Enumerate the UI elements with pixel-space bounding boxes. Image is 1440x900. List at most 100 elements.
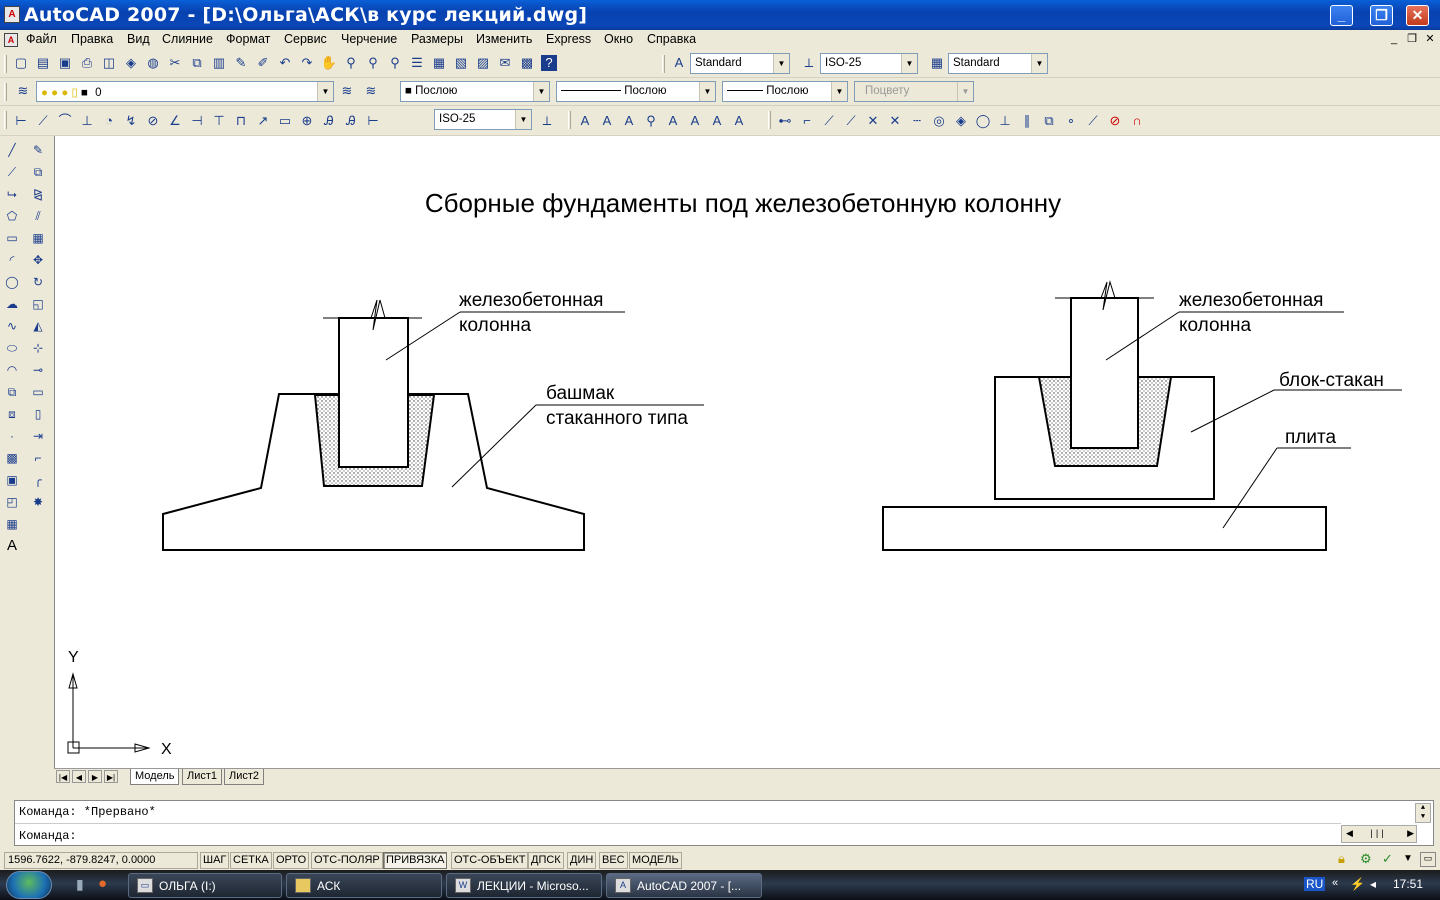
prev-tab-button[interactable]: ◀ [72, 770, 86, 783]
erase-icon[interactable]: ✎ [28, 140, 48, 160]
center-mark-icon[interactable]: ⊕ [297, 111, 317, 131]
osnap-toggle[interactable]: ПРИВЯЗКА [383, 852, 448, 869]
multiline-text-icon[interactable]: A [2, 536, 22, 556]
scale-icon[interactable]: ◱ [28, 294, 48, 314]
otrack-toggle[interactable]: ОТС-ОБЪЕКТ [451, 852, 529, 869]
dim-edit-icon[interactable]: Ꭿ [319, 111, 339, 131]
coordinates-display[interactable]: 1596.7622, -879.8247, 0.0000 [4, 852, 198, 869]
snap-tangent-icon[interactable]: ◯ [973, 111, 993, 131]
tab-layout2[interactable]: Лист2 [224, 769, 265, 785]
snap-apparent-icon[interactable]: ✕ [885, 111, 905, 131]
tray-settings-icon[interactable]: ✓ [1382, 851, 1393, 867]
diameter-icon[interactable]: ⊘ [143, 111, 163, 131]
preview-icon[interactable]: ◫ [99, 53, 119, 73]
revision-cloud-icon[interactable]: ☁ [2, 294, 22, 314]
task-autocad[interactable]: A AutoCAD 2007 - [... [606, 873, 762, 898]
dim-style-select[interactable]: ISO-25 ▼ [820, 53, 918, 74]
radius-icon[interactable]: ◔ [99, 111, 119, 131]
autocad-app-icon[interactable]: A [4, 6, 20, 23]
model-toggle[interactable]: МОДЕЛЬ [629, 852, 682, 869]
block-editor-icon[interactable]: ✐ [253, 53, 273, 73]
lineweight-select[interactable]: Послою ▼ [722, 81, 848, 102]
point-icon[interactable]: · [2, 426, 22, 446]
baseline-icon[interactable]: ⊤ [209, 111, 229, 131]
join-icon[interactable]: ⇥ [28, 426, 48, 446]
dim-update-icon[interactable]: ⊢ [363, 111, 383, 131]
break-icon[interactable]: ▯ [28, 404, 48, 424]
sheet-set-icon[interactable]: ▨ [473, 53, 493, 73]
drawing-canvas[interactable]: Сборные фундаменты под железобетонную ко… [54, 136, 1440, 768]
mtext-icon[interactable]: A [575, 111, 595, 131]
find-text-icon[interactable]: ⚲ [641, 111, 661, 131]
document-icon[interactable]: A [4, 33, 18, 47]
quick-dim-icon[interactable]: ⊣ [187, 111, 207, 131]
undo-icon[interactable]: ↶ [275, 53, 295, 73]
aligned-dim-icon[interactable]: ⟋ [33, 111, 53, 131]
ducs-toggle[interactable]: ДПСК [528, 852, 564, 869]
dim-text-edit-icon[interactable]: Ꭿ [341, 111, 361, 131]
tool-palettes-icon[interactable]: ▧ [451, 53, 471, 73]
menu-dimension[interactable]: Размеры [411, 32, 463, 46]
snap-endpoint-icon[interactable]: ⟋ [819, 111, 839, 131]
snap-extension-icon[interactable]: ┄ [907, 111, 927, 131]
menu-merge[interactable]: Слияние [162, 32, 213, 46]
command-hscroll[interactable]: ◀ ||| ▶ [1341, 825, 1417, 843]
arc-length-icon[interactable]: ⌒ [55, 111, 75, 131]
redo-icon[interactable]: ↷ [297, 53, 317, 73]
lwt-toggle[interactable]: ВЕС [599, 852, 628, 869]
snap-quadrant-icon[interactable]: ◈ [951, 111, 971, 131]
command-prompt[interactable]: Команда: [19, 829, 77, 843]
paste-icon[interactable]: ▥ [209, 53, 229, 73]
spline-icon[interactable]: ∿ [2, 316, 22, 336]
task-drive[interactable]: ▭ ОЛЬГА (I:) [128, 873, 282, 898]
command-scrollbar[interactable]: ▲ ▼ [1415, 803, 1431, 823]
polyline-icon[interactable]: ⮡ [2, 184, 22, 204]
rectangle-icon[interactable]: ▭ [2, 228, 22, 248]
scale-text-icon[interactable]: A [707, 111, 727, 131]
minimize-button[interactable]: _ [1330, 5, 1353, 26]
text-style-icon[interactable]: A [669, 53, 689, 73]
continue-icon[interactable]: ⊓ [231, 111, 251, 131]
menu-tools[interactable]: Сервис [284, 32, 327, 46]
menu-draw[interactable]: Черчение [341, 32, 397, 46]
clock[interactable]: 17:51 [1393, 877, 1423, 891]
tolerance-icon[interactable]: ▭ [275, 111, 295, 131]
start-button[interactable] [6, 871, 52, 899]
menu-window[interactable]: Окно [604, 32, 633, 46]
ordinate-icon[interactable]: ⊥ [77, 111, 97, 131]
language-indicator[interactable]: RU [1304, 877, 1326, 891]
match-properties-icon[interactable]: ✎ [231, 53, 251, 73]
design-center-icon[interactable]: ▦ [429, 53, 449, 73]
first-tab-button[interactable]: |◀ [56, 770, 70, 783]
snap-nearest-icon[interactable]: ⟋ [1083, 111, 1103, 131]
doc-restore-button[interactable]: ❐ [1404, 32, 1420, 46]
dtext-icon[interactable]: A [597, 111, 617, 131]
comm-center-icon[interactable]: ⚙ [1360, 851, 1372, 867]
linetype-select[interactable]: Послою ▼ [556, 81, 716, 102]
stretch-icon[interactable]: ◭ [28, 316, 48, 336]
justify-text-icon[interactable]: A [729, 111, 749, 131]
quicklaunch-icon[interactable]: ▮ [76, 876, 84, 893]
temp-track-icon[interactable]: ⊷ [775, 111, 795, 131]
tray-arrow-icon[interactable]: « [1332, 877, 1338, 889]
array-icon[interactable]: ▦ [28, 228, 48, 248]
doc-minimize-button[interactable]: _ [1386, 32, 1402, 46]
construction-line-icon[interactable]: ⟋ [2, 162, 22, 182]
fillet-icon[interactable]: ╭ [28, 470, 48, 490]
region-icon[interactable]: ◰ [2, 492, 22, 512]
angular-icon[interactable]: ∠ [165, 111, 185, 131]
move-icon[interactable]: ✥ [28, 250, 48, 270]
network-icon[interactable]: ⚡ [1350, 877, 1365, 891]
trim-icon[interactable]: ⊹ [28, 338, 48, 358]
layer-manager-icon[interactable]: ≋ [13, 81, 33, 101]
menu-view[interactable]: Вид [127, 32, 150, 46]
table-style-select[interactable]: Standard ▼ [948, 53, 1048, 74]
lock-icon-status[interactable]: 🔒︎ [1338, 851, 1345, 867]
web-icon[interactable]: ◍ [143, 53, 163, 73]
menu-express[interactable]: Express [546, 32, 591, 46]
markup-icon[interactable]: ✉ [495, 53, 515, 73]
table-style-icon[interactable]: ▦ [927, 53, 947, 73]
open-icon[interactable]: ▤ [33, 53, 53, 73]
menu-help[interactable]: Справка [647, 32, 696, 46]
tab-layout1[interactable]: Лист1 [182, 769, 223, 785]
